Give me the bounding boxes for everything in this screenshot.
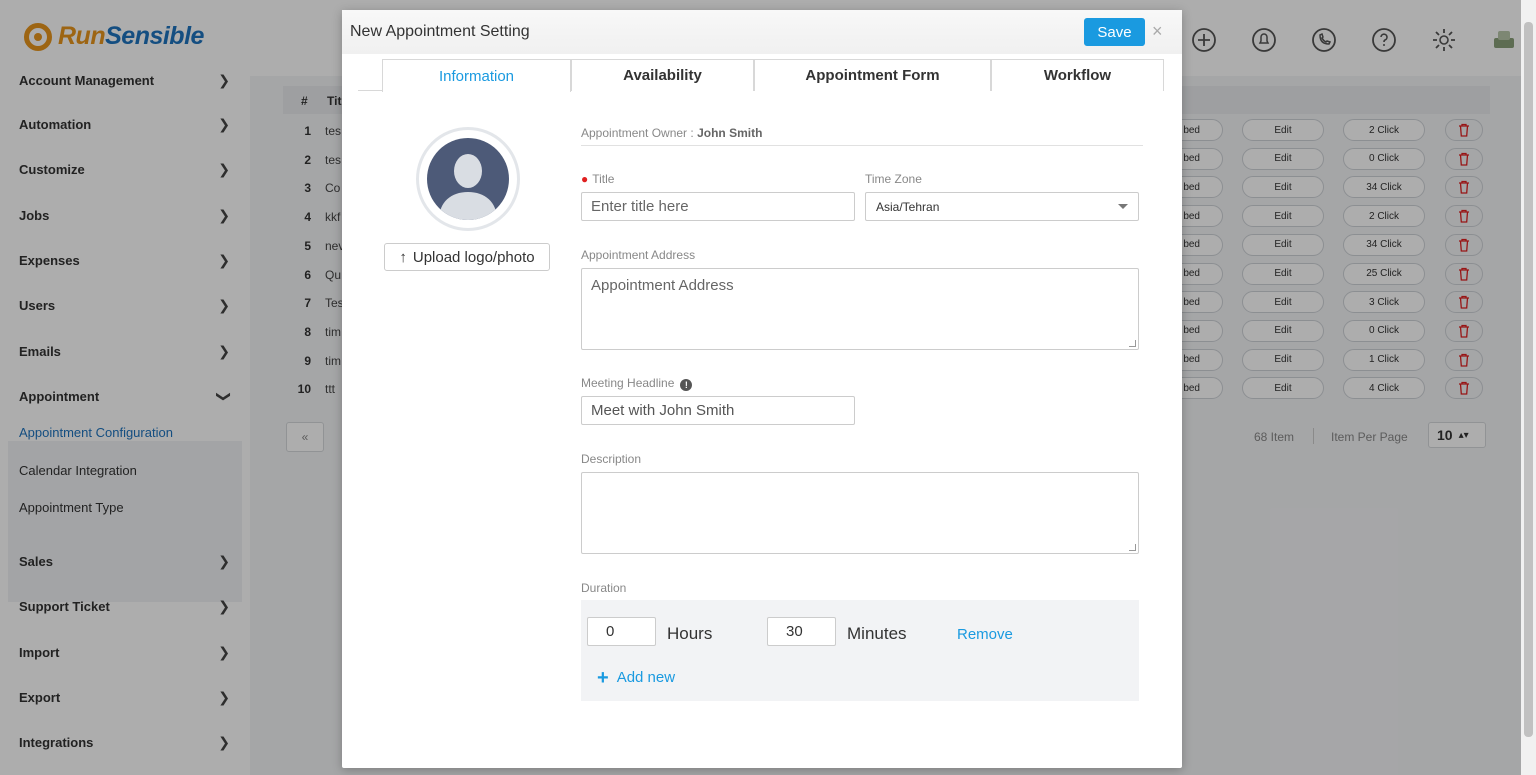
minutes-input[interactable]: 30 [767, 617, 836, 646]
description-label: Description [581, 452, 642, 466]
appointment-owner: Appointment Owner : John Smith [581, 126, 1143, 146]
add-new-duration-button[interactable]: + Add new [597, 666, 675, 689]
info-icon[interactable]: ! [680, 379, 693, 391]
title-input[interactable]: Enter title here [581, 192, 855, 221]
address-label: Appointment Address [581, 248, 696, 262]
profile-photo [416, 127, 520, 231]
description-textarea[interactable] [581, 472, 1139, 554]
plus-icon: + [597, 666, 609, 689]
required-dot-icon: ● [581, 172, 589, 186]
close-icon[interactable]: × [1152, 22, 1163, 40]
tab-availability[interactable]: Availability [571, 59, 754, 91]
caret-down-icon [1118, 204, 1128, 209]
resize-handle-icon[interactable] [1129, 340, 1136, 347]
save-button[interactable]: Save [1084, 18, 1145, 46]
duration-label: Duration [581, 581, 627, 595]
meeting-headline-label: Meeting Headline! [581, 376, 693, 391]
default-user-icon [427, 138, 509, 220]
title-label: ● Title [581, 172, 615, 186]
upload-photo-button[interactable]: ↑ Upload logo/photo [384, 243, 550, 271]
duration-panel: 0 Hours 30 Minutes Remove + Add new [581, 600, 1139, 701]
timezone-label: Time Zone [865, 172, 922, 186]
tab-information[interactable]: Information [382, 59, 571, 92]
hours-input[interactable]: 0 [587, 617, 656, 646]
address-textarea[interactable]: Appointment Address [581, 268, 1139, 350]
upload-icon: ↑ [399, 248, 407, 266]
owner-label: Appointment Owner : [581, 126, 694, 140]
hours-label: Hours [667, 624, 713, 643]
scrollbar-thumb[interactable] [1524, 22, 1533, 737]
resize-handle-icon[interactable] [1129, 544, 1136, 551]
modal-header: New Appointment Setting Save × [342, 10, 1182, 54]
modal-tabs: Information Availability Appointment For… [358, 58, 1164, 92]
page-scrollbar[interactable] [1521, 0, 1536, 775]
timezone-value: Asia/Tehran [876, 199, 940, 214]
new-appointment-modal: New Appointment Setting Save × Informati… [342, 10, 1182, 768]
remove-duration-link[interactable]: Remove [957, 626, 1013, 643]
minutes-label: Minutes [847, 624, 907, 643]
modal-title: New Appointment Setting [350, 23, 530, 40]
owner-name: John Smith [697, 126, 763, 140]
tab-workflow[interactable]: Workflow [991, 59, 1164, 91]
tab-appointment-form[interactable]: Appointment Form [754, 59, 991, 91]
meeting-headline-input[interactable]: Meet with John Smith [581, 396, 855, 425]
timezone-select[interactable]: Asia/Tehran [865, 192, 1139, 221]
